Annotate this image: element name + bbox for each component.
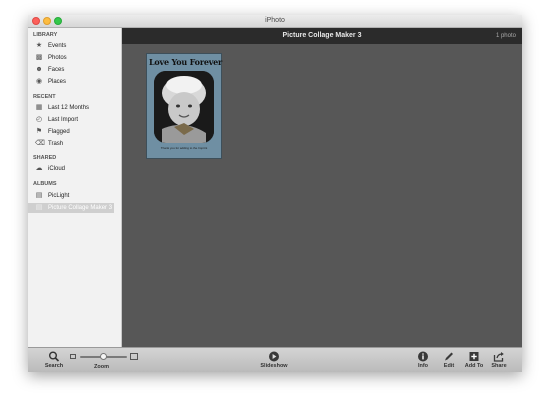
sidebar-item-icloud[interactable]: ☁ iCloud: [33, 164, 115, 174]
photo-browser: Picture Collage Maker 3 1 photo Love You…: [122, 28, 522, 347]
edit-label: Edit: [443, 363, 455, 369]
zoom-large-icon: [130, 353, 138, 360]
photo-count: 1 photo: [495, 33, 516, 39]
pencil-icon: [443, 351, 455, 362]
calendar-icon: ▦: [35, 104, 43, 111]
slideshow-button[interactable]: Slideshow: [256, 348, 292, 372]
share-icon: [493, 351, 505, 362]
sidebar-item-label: PicLight: [48, 193, 70, 199]
photo-thumbnail[interactable]: Love You Forever Thank you for adding to…: [146, 53, 222, 159]
share-label: Share: [491, 363, 507, 369]
album-icon: ▤: [35, 204, 43, 211]
sidebar: LIBRARY ★ Events ▩ Photos ☻ Faces ◉ Plac…: [28, 28, 122, 347]
search-icon: [48, 351, 60, 362]
sidebar-item-label: Trash: [48, 141, 64, 147]
play-icon: [268, 351, 280, 362]
icloud-icon: ☁: [35, 165, 43, 172]
info-button[interactable]: Info: [414, 348, 432, 372]
sidebar-item-label: Flagged: [48, 129, 70, 135]
photos-icon: ▩: [35, 54, 43, 61]
sidebar-item-label: Faces: [48, 67, 65, 73]
sidebar-item-label: Last Import: [48, 117, 79, 123]
shared-heading: SHARED: [33, 155, 57, 161]
sidebar-item-label: Places: [48, 79, 67, 85]
sidebar-item-places[interactable]: ◉ Places: [33, 77, 115, 87]
slideshow-label: Slideshow: [260, 363, 288, 369]
sidebar-item-label: Last 12 Months: [48, 105, 90, 111]
add-icon: [468, 351, 480, 362]
sidebar-item-label: iCloud: [48, 166, 66, 172]
zoom-slider-knob[interactable]: [100, 353, 107, 360]
flag-icon: ⚑: [35, 128, 43, 135]
iphoto-window: iPhoto LIBRARY ★ Events ▩ Photos ☻ Faces…: [28, 15, 522, 372]
events-icon: ★: [35, 42, 43, 49]
collage-caption: Thank you for adding to the Imprint: [160, 146, 208, 150]
add-to-label: Add To: [464, 363, 484, 369]
title-bar[interactable]: iPhoto: [28, 15, 522, 28]
search-button[interactable]: Search: [40, 348, 68, 372]
library-heading: LIBRARY: [33, 32, 58, 38]
sidebar-item-events[interactable]: ★ Events: [33, 41, 115, 51]
albums-heading: ALBUMS: [33, 181, 57, 187]
import-icon: ◴: [35, 116, 43, 123]
zoom-label: Zoom: [94, 364, 109, 370]
sidebar-item-piclight[interactable]: ▤ PicLight: [33, 191, 115, 201]
album-title: Picture Collage Maker 3: [282, 32, 362, 39]
sidebar-item-label: Photos: [48, 55, 67, 61]
collage-title: Love You Forever: [149, 57, 223, 67]
recent-heading: RECENT: [33, 94, 56, 100]
sidebar-item-label: Picture Collage Maker 3: [48, 205, 113, 211]
sidebar-item-last-12-months[interactable]: ▦ Last 12 Months: [33, 103, 115, 113]
bottom-toolbar: Search Zoom Slideshow Info Edit Add To S…: [28, 347, 522, 372]
places-icon: ◉: [35, 78, 43, 85]
sidebar-item-last-import[interactable]: ◴ Last Import: [33, 115, 115, 125]
album-icon: ▤: [35, 192, 43, 199]
search-label: Search: [44, 363, 64, 369]
info-label: Info: [417, 363, 429, 369]
sidebar-item-faces[interactable]: ☻ Faces: [33, 65, 115, 75]
info-icon: [417, 351, 429, 362]
add-to-button[interactable]: Add To: [462, 348, 486, 372]
sidebar-item-trash[interactable]: ⌫ Trash: [33, 139, 115, 149]
edit-button[interactable]: Edit: [440, 348, 458, 372]
zoom-small-icon: [70, 354, 76, 359]
content-header: Picture Collage Maker 3 1 photo: [122, 28, 522, 44]
baby-photo: [154, 71, 214, 143]
sidebar-item-flagged[interactable]: ⚑ Flagged: [33, 127, 115, 137]
sidebar-item-picture-collage-maker-3[interactable]: ▤ Picture Collage Maker 3: [28, 203, 114, 213]
window-title: iPhoto: [265, 17, 285, 24]
share-button[interactable]: Share: [488, 348, 510, 372]
sidebar-item-photos[interactable]: ▩ Photos: [33, 53, 115, 63]
sidebar-item-label: Events: [48, 43, 67, 49]
faces-icon: ☻: [35, 66, 43, 73]
trash-icon: ⌫: [35, 140, 45, 147]
